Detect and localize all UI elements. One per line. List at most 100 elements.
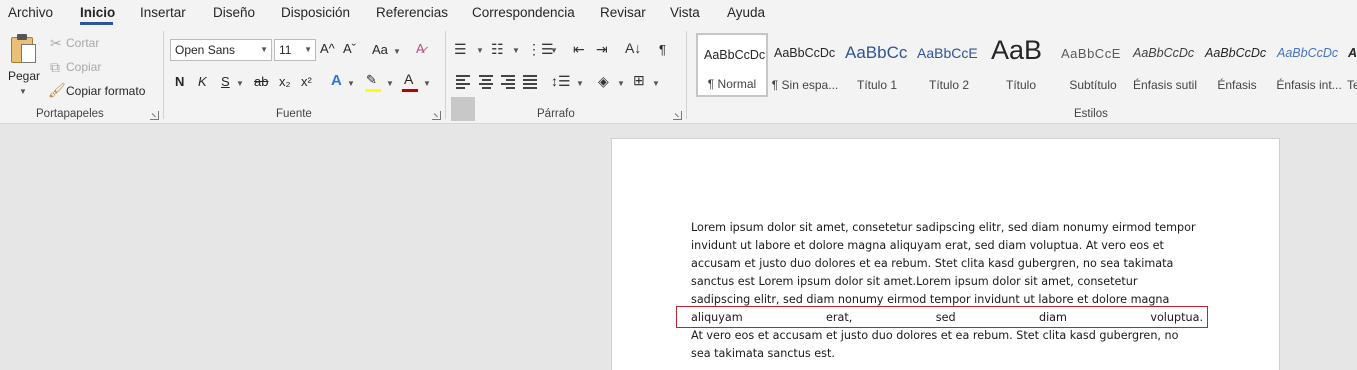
change-case-button[interactable]: Aa — [372, 42, 388, 57]
paste-icon — [11, 34, 37, 64]
sort-icon[interactable]: A↓ — [625, 41, 641, 55]
paragraph-group-label: Párrafo — [537, 108, 575, 120]
text-line: sea takimata sanctus est. — [691, 347, 835, 360]
decrease-indent-icon[interactable]: ⇤ — [573, 42, 585, 56]
highlight-icon[interactable]: ✎ — [366, 72, 377, 88]
group-divider — [445, 31, 446, 119]
font-size-combo[interactable]: 11 ▼ — [274, 39, 316, 61]
style-title[interactable]: AaB Título — [985, 33, 1057, 97]
paragraph-launcher-icon[interactable] — [673, 111, 682, 120]
clear-formatting-icon[interactable]: A̷ — [416, 41, 425, 56]
align-center-icon[interactable] — [479, 75, 493, 91]
style-sample: A — [1348, 46, 1357, 60]
style-sample: AaBbCcDc — [774, 46, 836, 60]
superscript-button[interactable]: x² — [301, 74, 312, 89]
text-line: accusam et justo duo dolores et ea rebum… — [691, 257, 1174, 270]
strikethrough-button[interactable]: ab — [254, 74, 268, 89]
format-painter-button[interactable]: Copiar formato — [66, 84, 145, 98]
highlight-color-bar — [365, 89, 381, 92]
styles-gallery: AaBbCcDc ¶ Normal AaBbCcDc ¶ Sin espa...… — [693, 33, 1357, 97]
italic-button[interactable]: K — [198, 74, 207, 89]
chevron-down-icon: ▼ — [19, 87, 27, 96]
bullets-icon[interactable]: ☰ — [454, 42, 467, 56]
style-sample: AaBbCcE — [917, 45, 978, 61]
underline-button[interactable]: S — [221, 74, 230, 89]
style-sample: AaBbCcDc — [704, 48, 766, 62]
chevron-down-icon: ▼ — [423, 79, 431, 88]
tab-correspondencia[interactable]: Correspondencia — [472, 5, 575, 20]
style-sample: AaBbCcDc — [1277, 46, 1339, 60]
style-normal[interactable]: AaBbCcDc ¶ Normal — [696, 33, 768, 97]
document-body[interactable]: Lorem ipsum dolor sit amet, consetetur s… — [691, 219, 1203, 363]
chevron-down-icon: ▼ — [304, 45, 312, 54]
copy-icon: ⧉ — [50, 59, 60, 75]
style-name: Énfasis int... — [1276, 78, 1342, 92]
text-line: invidunt ut labore et dolore magna aliqu… — [691, 239, 1164, 252]
group-divider — [163, 31, 164, 119]
tab-inicio[interactable]: Inicio — [80, 5, 115, 20]
align-left-active-bg — [451, 97, 475, 121]
chevron-down-icon: ▼ — [393, 47, 401, 56]
line-spacing-icon[interactable]: ↕☰ — [551, 74, 571, 88]
style-heading-1[interactable]: AaBbCc Título 1 — [841, 33, 913, 97]
align-left-icon[interactable] — [456, 75, 470, 91]
text-line: At vero eos et accusam et justo duo dolo… — [691, 329, 1179, 342]
tab-vista[interactable]: Vista — [670, 5, 700, 20]
style-sample: AaBbCcDc — [1133, 46, 1195, 60]
chevron-down-icon: ▼ — [236, 79, 244, 88]
style-name: Te — [1347, 78, 1357, 92]
style-intense-emphasis[interactable]: AaBbCcDc Énfasis int... — [1273, 33, 1345, 97]
style-sample: AaBbCcDc — [1205, 46, 1267, 60]
align-right-icon[interactable] — [501, 75, 515, 91]
font-name-combo[interactable]: Open Sans ▼ — [170, 39, 272, 61]
tab-ayuda[interactable]: Ayuda — [727, 5, 765, 20]
style-name: Título — [1005, 78, 1036, 92]
copy-button[interactable]: Copiar — [66, 60, 101, 74]
style-subtitle[interactable]: AaBbCcE Subtítulo — [1057, 33, 1129, 97]
clipboard-launcher-icon[interactable] — [150, 111, 159, 120]
scissors-icon: ✂ — [50, 35, 62, 51]
chevron-down-icon: ▼ — [550, 46, 558, 55]
increase-indent-icon[interactable]: ⇥ — [596, 42, 608, 56]
style-more[interactable]: A Te — [1345, 33, 1357, 97]
chevron-down-icon: ▼ — [260, 45, 268, 54]
tab-disposicion[interactable]: Disposición — [281, 5, 350, 20]
active-tab-indicator — [80, 22, 113, 25]
styles-group-label: Estilos — [1074, 108, 1108, 120]
chevron-down-icon: ▼ — [476, 46, 484, 55]
style-emphasis[interactable]: AaBbCcDc Énfasis — [1201, 33, 1273, 97]
style-name: Título 2 — [928, 78, 970, 92]
tab-referencias[interactable]: Referencias — [376, 5, 448, 20]
clipboard-group-label: Portapapeles — [36, 108, 104, 120]
tab-diseno[interactable]: Diseño — [213, 5, 255, 20]
font-launcher-icon[interactable] — [432, 111, 441, 120]
style-no-spacing[interactable]: AaBbCcDc ¶ Sin espa... — [769, 33, 841, 97]
annotation-highlight-box — [676, 306, 1208, 328]
style-sample: AaB — [991, 35, 1043, 65]
chevron-down-icon: ▼ — [652, 79, 660, 88]
tab-insertar[interactable]: Insertar — [140, 5, 186, 20]
text-effects-icon[interactable]: A — [331, 72, 342, 89]
style-heading-2[interactable]: AaBbCcE Título 2 — [913, 33, 985, 97]
format-painter-icon: 🖌 — [48, 82, 66, 98]
shrink-font-button[interactable]: Aˇ — [343, 41, 356, 56]
document-page[interactable]: Lorem ipsum dolor sit amet, consetetur s… — [611, 138, 1280, 370]
tab-revisar[interactable]: Revisar — [600, 5, 646, 20]
text-line: sanctus est Lorem ipsum dolor sit amet.L… — [691, 275, 1138, 288]
borders-icon[interactable]: ⊞ — [633, 73, 645, 87]
subscript-button[interactable]: x₂ — [279, 74, 291, 89]
chevron-down-icon: ▼ — [512, 46, 520, 55]
justify-icon[interactable] — [523, 75, 537, 91]
style-name: Énfasis sutil — [1132, 78, 1198, 92]
chevron-down-icon: ▼ — [386, 79, 394, 88]
style-name: Énfasis — [1217, 78, 1257, 92]
numbering-icon[interactable]: ☷ — [491, 42, 504, 56]
font-color-icon[interactable]: A — [404, 71, 413, 87]
cut-button[interactable]: Cortar — [66, 36, 99, 50]
bold-button[interactable]: N — [175, 74, 184, 89]
style-subtle-emphasis[interactable]: AaBbCcDc Énfasis sutil — [1129, 33, 1201, 97]
shading-icon[interactable]: ◈ — [598, 74, 609, 88]
grow-font-button[interactable]: A^ — [320, 41, 335, 56]
show-marks-button[interactable]: ¶ — [659, 42, 666, 57]
tab-archivo[interactable]: Archivo — [8, 5, 53, 20]
